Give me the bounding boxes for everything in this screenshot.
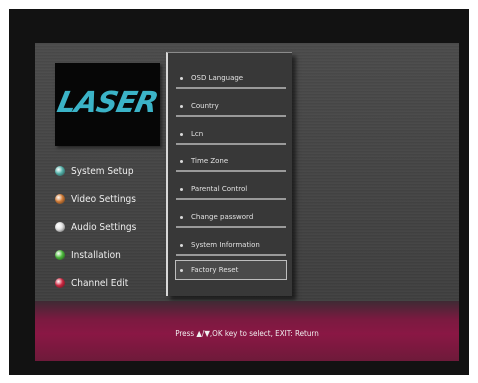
key-hint-text: Press ▲/▼,OK key to select, EXIT: Return [175, 329, 319, 338]
green-dot-icon [55, 250, 65, 260]
menu-item-label: OSD Language [191, 74, 244, 82]
tv-screen: LASER System Setup Video Settings Audio … [9, 9, 469, 375]
sidebar-item-label: Channel Edit [71, 277, 129, 289]
menu-item-label: Time Zone [191, 157, 229, 165]
menu-item-label: Lcn [191, 130, 204, 138]
sidebar-item-channel-edit[interactable]: Channel Edit [55, 274, 128, 292]
sidebar-item-label: Video Settings [71, 193, 136, 205]
menu-item-osd-language[interactable]: OSD Language [176, 69, 286, 89]
orange-dot-icon [55, 194, 65, 204]
sidebar-item-label: Audio Settings [71, 221, 137, 233]
hint-bar: Press ▲/▼,OK key to select, EXIT: Return [35, 301, 459, 361]
bullet-icon [180, 187, 183, 191]
sidebar-item-label: System Setup [71, 165, 134, 177]
bullet-icon [180, 104, 183, 108]
bullet-icon [180, 159, 183, 163]
system-setup-submenu: OSD Language Country Lcn Time Zone Paren… [166, 52, 292, 296]
menu-item-change-password[interactable]: Change password [176, 208, 286, 228]
menu-item-factory-reset[interactable]: Factory Reset [175, 260, 287, 280]
menu-item-time-zone[interactable]: Time Zone [176, 152, 286, 172]
red-dot-icon [55, 278, 65, 288]
menu-item-label: Country [191, 102, 219, 110]
menu-item-label: Change password [191, 213, 254, 221]
menu-item-label: Factory Reset [191, 266, 239, 274]
brand-logo: LASER [54, 85, 161, 119]
bullet-icon [180, 268, 183, 272]
bullet-icon [180, 132, 183, 136]
white-dot-icon [55, 222, 65, 232]
sidebar-item-installation[interactable]: Installation [55, 246, 121, 264]
bullet-icon [180, 215, 183, 219]
bullet-icon [180, 76, 183, 80]
menu-panel: LASER System Setup Video Settings Audio … [35, 43, 459, 361]
green-teal-dot-icon [55, 166, 65, 176]
bullet-icon [180, 243, 183, 247]
sidebar-item-system-setup[interactable]: System Setup [55, 162, 134, 180]
menu-item-label: Parental Control [191, 185, 248, 193]
menu-item-label: System Information [191, 241, 260, 249]
sidebar-item-video-settings[interactable]: Video Settings [55, 190, 136, 208]
menu-item-parental-control[interactable]: Parental Control [176, 180, 286, 200]
menu-item-system-information[interactable]: System Information [176, 236, 286, 256]
menu-item-lcn[interactable]: Lcn [176, 125, 286, 145]
menu-item-country[interactable]: Country [176, 97, 286, 117]
brand-logo-box: LASER [54, 63, 161, 146]
sidebar-item-label: Installation [71, 249, 121, 261]
sidebar-item-audio-settings[interactable]: Audio Settings [55, 218, 136, 236]
